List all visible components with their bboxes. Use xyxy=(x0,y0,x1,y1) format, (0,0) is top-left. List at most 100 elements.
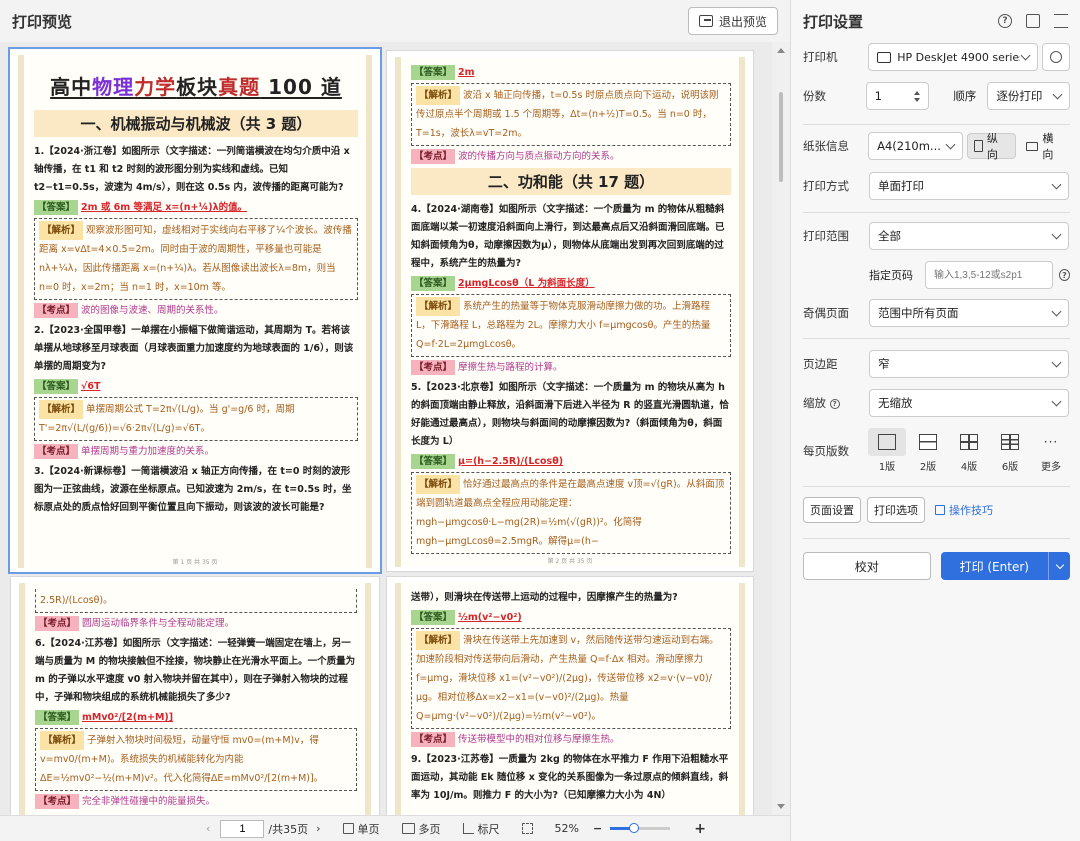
scale-row: 缩放 ? 无缩放 xyxy=(803,389,1070,417)
key-point: 【考点】 单摆周期与重力加速度的关系。 xyxy=(34,444,358,459)
question: 4.【2024·湖南卷】如图所示（文字描述：一个质量为 m 的物体从粗糙斜面底端… xyxy=(411,204,725,269)
settings-title: 打印设置 xyxy=(803,12,864,31)
divider xyxy=(803,124,1070,125)
question: 3.【2024·新课标卷】一简谐横波沿 x 轴正方向传播，在 t=0 时刻的波形… xyxy=(34,466,352,513)
page-content: 高中物理力学板块真题 100 道 一、机械振动与机械波（共 3 题） 1.【20… xyxy=(18,55,372,568)
page-setup-button[interactable]: 页面设置 xyxy=(803,497,861,523)
single-page-button[interactable]: 单页 xyxy=(342,821,380,837)
ruler-button[interactable]: 标尺 xyxy=(462,821,500,837)
chevron-down-icon xyxy=(1051,229,1062,239)
pages-label: 指定页码 xyxy=(869,269,913,282)
chevron-down-icon xyxy=(945,139,956,149)
question: 5.【2023·北京卷】如图所示（文字描述：一个质量为 m 的物块从高为 h 的… xyxy=(411,382,729,447)
question: 2.【2023·全国甲卷】一单摆在小振幅下做简谐运动，其周期为 T。若将该单摆从… xyxy=(34,325,354,372)
paper-select[interactable]: A4(210m... xyxy=(868,132,964,160)
exit-preview-label: 退出预览 xyxy=(718,14,767,29)
layout-icon[interactable] xyxy=(1026,14,1040,28)
print-range-select[interactable]: 全部 xyxy=(869,222,1069,250)
order-select[interactable]: 逐份打印 xyxy=(987,82,1070,110)
print-options-button[interactable]: 打印选项 xyxy=(867,497,925,523)
multi-page-button[interactable]: 多页 xyxy=(401,821,441,837)
answer: 【答案】 2μmgLcosθ（L 为斜面长度） xyxy=(411,276,731,291)
zoom-slider[interactable] xyxy=(610,823,671,833)
scroll-up-icon[interactable] xyxy=(777,48,785,53)
print-dropdown[interactable] xyxy=(1048,552,1070,580)
mode-row: 打印方式 单面打印 xyxy=(803,172,1070,200)
tips-link[interactable]: 操作技巧 xyxy=(935,502,993,518)
answer: 【答案】 2m xyxy=(411,65,731,80)
explanation: 【解析】 观察波形图可知，虚线相对于实线向右平移了¼个波长。波传播距离 x=vΔt… xyxy=(34,218,358,300)
paper-row: 纸张信息 A4(210m... 纵向 横向 xyxy=(803,132,1070,161)
page-content: 送带），则滑块在传送带上运动的过程中，因摩擦产生的热量为? 【答案】 ½m(v²−… xyxy=(395,583,745,815)
zoom-slider-knob[interactable] xyxy=(629,823,640,833)
print-row: 校对 打印 (Enter) xyxy=(803,552,1070,580)
layout-more[interactable]: ··· 更多 xyxy=(1032,428,1070,473)
question: 6.【2024·江苏卷】如图所示（文字描述：一轻弹簧一端固定在墙上，另一端与质量… xyxy=(35,638,356,703)
paper-label: 纸张信息 xyxy=(803,139,849,153)
perpage-row: 每页版数 1版 2版 4版 6版 ··· 更多 xyxy=(803,428,1070,473)
divider xyxy=(803,338,1070,339)
zoom-in-icon[interactable]: + xyxy=(694,821,706,837)
next-page-icon[interactable]: › xyxy=(316,822,320,835)
perpage-label: 每页版数 xyxy=(803,443,849,458)
range-row: 打印范围 全部 xyxy=(803,222,1070,250)
copies-row: 份数 1 顺序 逐份打印 xyxy=(803,82,1070,110)
scroll-thumb[interactable] xyxy=(779,92,783,182)
multi-page-icon xyxy=(401,823,415,834)
layout-1-icon xyxy=(878,434,896,450)
page-thumbnails: 高中物理力学板块真题 100 道 一、机械振动与机械波（共 3 题） 1.【20… xyxy=(0,42,772,815)
settings-list-icon[interactable] xyxy=(1054,14,1068,28)
page-number-input[interactable] xyxy=(220,819,265,838)
page-number: 第 2 页 共 35 页 xyxy=(547,558,593,565)
chevron-down-icon xyxy=(1051,396,1062,406)
exit-preview-button[interactable]: 退出预览 xyxy=(687,7,778,35)
prev-page-icon[interactable]: ‹ xyxy=(206,822,210,835)
proof-button[interactable]: 校对 xyxy=(803,552,931,580)
layout-1-per-page[interactable]: 1版 xyxy=(868,428,906,473)
zoom-out-icon[interactable]: − xyxy=(593,822,602,835)
landscape-button[interactable]: 横向 xyxy=(1020,132,1070,161)
fit-page-icon[interactable] xyxy=(521,823,533,834)
preview-page-4[interactable]: 送带），则滑块在传送带上运动的过程中，因摩擦产生的热量为? 【答案】 ½m(v²−… xyxy=(386,576,754,815)
copies-stepper[interactable]: 1 xyxy=(865,82,930,110)
help-icon[interactable]: ? xyxy=(1058,269,1070,281)
print-button[interactable]: 打印 (Enter) xyxy=(940,552,1070,580)
answer: 【答案】 mMv0²/[2(m+M)] xyxy=(35,710,357,725)
single-page-icon xyxy=(342,823,354,834)
explanation-continued: 2.5R)/(Lcosθ)。 xyxy=(35,589,357,613)
play-icon xyxy=(935,505,945,515)
page-content: 2.5R)/(Lcosθ)。 【考点】 圆周运动临界条件与全程动能定理。 6.【2… xyxy=(19,583,371,815)
chevron-down-icon xyxy=(1020,50,1031,60)
print-mode-select[interactable]: 单面打印 xyxy=(869,172,1069,200)
margin-row: 页边距 窄 xyxy=(803,350,1070,378)
scroll-down-icon[interactable] xyxy=(777,804,785,809)
divider xyxy=(803,212,1070,213)
zoom-value: 52% xyxy=(554,822,579,835)
page-range-input[interactable] xyxy=(924,261,1053,289)
gear-icon xyxy=(1050,51,1063,63)
preview-page-3[interactable]: 2.5R)/(Lcosθ)。 【考点】 圆周运动临界条件与全程动能定理。 6.【2… xyxy=(10,576,380,815)
oddeven-row: 奇偶页面 范围中所有页面 xyxy=(803,299,1070,327)
layout-6-per-page[interactable]: 6版 xyxy=(991,428,1029,473)
settings-header: 打印设置 ? xyxy=(791,0,1080,42)
help-icon[interactable]: ? xyxy=(998,14,1012,28)
printer-properties-button[interactable] xyxy=(1042,43,1070,71)
preview-page-1[interactable]: 高中物理力学板块真题 100 道 一、机械振动与机械波（共 3 题） 1.【20… xyxy=(8,47,382,574)
copies-label: 份数 xyxy=(803,89,826,103)
oddeven-select[interactable]: 范围中所有页面 xyxy=(869,299,1069,327)
portrait-button[interactable]: 纵向 xyxy=(967,132,1016,161)
stepper-arrows-icon[interactable] xyxy=(914,90,921,102)
chevron-down-icon xyxy=(1051,357,1062,367)
margin-select[interactable]: 窄 xyxy=(869,350,1069,378)
printer-select[interactable]: HP DeskJet 4900 series xyxy=(868,43,1039,71)
pages-row: 指定页码 ? xyxy=(803,261,1070,289)
preview-page-2[interactable]: 【答案】 2m 【解析】 波沿 x 轴正向传播，t=0.5s 时原点质点向下运动，说… xyxy=(386,50,754,572)
key-point: 【考点】 波的图像与波速、周期的关系性。 xyxy=(34,303,358,318)
vertical-scrollbar[interactable] xyxy=(772,42,790,815)
layout-4-per-page[interactable]: 4版 xyxy=(950,428,988,473)
actions-row: 页面设置 打印选项 操作技巧 xyxy=(803,497,1070,523)
scale-select[interactable]: 无缩放 xyxy=(869,389,1069,417)
layout-2-per-page[interactable]: 2版 xyxy=(909,428,947,473)
chevron-down-icon xyxy=(1052,89,1063,99)
section-heading: 一、机械振动与机械波（共 3 题） xyxy=(34,110,358,137)
